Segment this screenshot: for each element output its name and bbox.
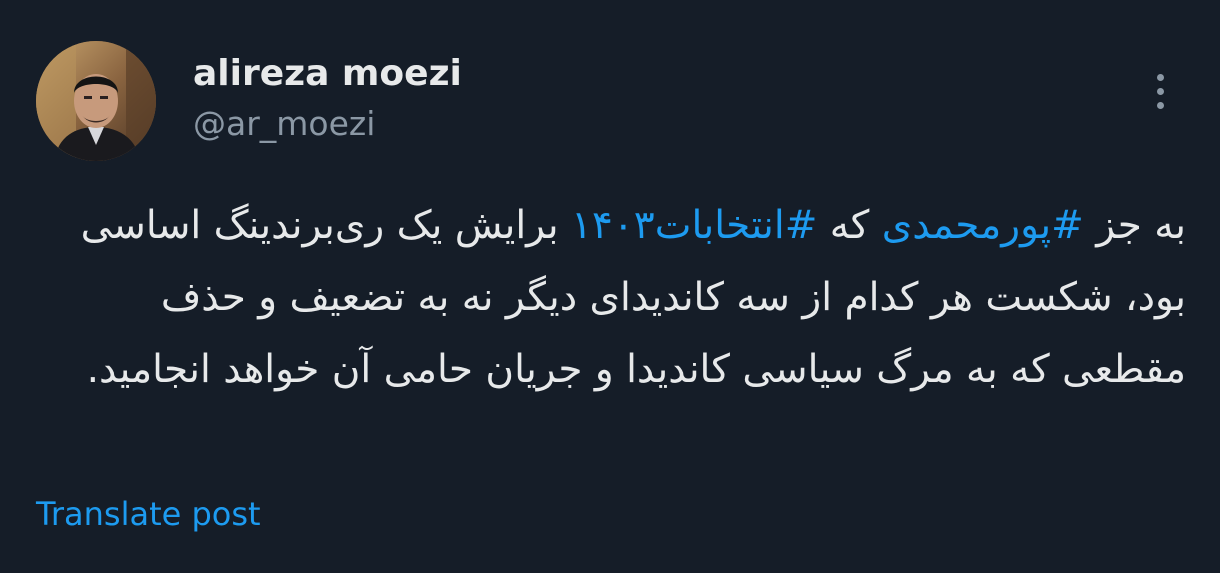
translate-post-link[interactable]: Translate post: [36, 494, 261, 534]
author-display-name[interactable]: alireza moezi: [193, 52, 462, 96]
more-vertical-icon-dot: [1156, 87, 1164, 95]
avatar[interactable]: [36, 41, 156, 161]
post-text-segment: به جز: [1083, 203, 1186, 248]
post-text-segment: که: [817, 203, 882, 248]
avatar-photo: [36, 41, 156, 161]
hashtag-link[interactable]: #پورمحمدی: [882, 203, 1084, 248]
hashtag-link[interactable]: #انتخابات۱۴۰۳: [571, 203, 817, 248]
more-vertical-icon-dot: [1156, 101, 1164, 109]
more-options-button[interactable]: [1139, 68, 1181, 114]
post-text: به جز #پورمحمدی که #انتخابات۱۴۰۳ برایش ی…: [36, 190, 1186, 406]
post-card: alireza moezi @ar_moezi به جز #پورمحمدی …: [0, 0, 1220, 573]
more-vertical-icon: [1156, 73, 1164, 81]
author-handle[interactable]: @ar_moezi: [193, 103, 375, 145]
